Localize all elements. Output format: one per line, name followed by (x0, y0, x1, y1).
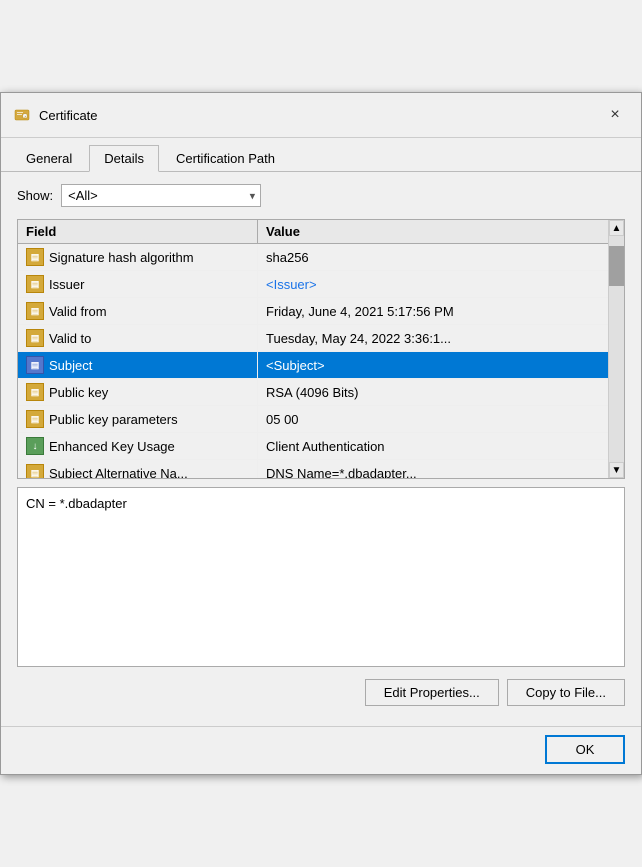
cert-icon: ▤ (26, 410, 44, 428)
cert-icon: ▤ (26, 383, 44, 401)
dialog-title: Certificate (39, 108, 601, 123)
show-select[interactable]: <All> Version 1 Fields Only Extensions O… (61, 184, 261, 207)
cert-icon: ▤ (26, 275, 44, 293)
close-button[interactable]: × (601, 101, 629, 129)
field-cell: ↓ Enhanced Key Usage (18, 433, 258, 459)
value-cell: <Subject> (258, 354, 608, 377)
table-row[interactable]: ▤ Signature hash algorithm sha256 (18, 244, 608, 271)
tab-general[interactable]: General (11, 145, 87, 172)
show-row: Show: <All> Version 1 Fields Only Extens… (17, 184, 625, 207)
field-cell: ▤ Issuer (18, 271, 258, 297)
field-cell: ▤ Subject Alternative Na... (18, 460, 258, 478)
value-cell: 05 00 (258, 408, 608, 431)
field-cell: ▤ Signature hash algorithm (18, 244, 258, 270)
detail-box: CN = *.dbadapter (17, 487, 625, 667)
col-value-header: Value (258, 220, 608, 243)
cert-icon: ▤ (26, 464, 44, 478)
field-cell: ▤ Valid to (18, 325, 258, 351)
cert-icon: ▤ (26, 329, 44, 347)
table-header: Field Value (18, 220, 608, 244)
ok-button[interactable]: OK (545, 735, 625, 764)
tab-bar: General Details Certification Path (1, 138, 641, 172)
field-cell: ▤ Public key (18, 379, 258, 405)
edit-properties-button[interactable]: Edit Properties... (365, 679, 499, 706)
col-field-header: Field (18, 220, 258, 243)
value-cell: DNS Name=*.dbadapter... (258, 462, 608, 479)
title-bar: ✓ Certificate × (1, 93, 641, 138)
field-cell: ▤ Public key parameters (18, 406, 258, 432)
value-cell: sha256 (258, 246, 608, 269)
detail-text: CN = *.dbadapter (26, 496, 127, 511)
table-inner: Field Value ▤ Signature hash algorithm s… (18, 220, 608, 478)
tab-certification-path[interactable]: Certification Path (161, 145, 290, 172)
scroll-up-button[interactable]: ▲ (609, 220, 624, 236)
value-cell: Client Authentication (258, 435, 608, 458)
copy-to-file-button[interactable]: Copy to File... (507, 679, 625, 706)
scroll-down-button[interactable]: ▼ (609, 462, 624, 478)
tab-details[interactable]: Details (89, 145, 159, 172)
certificate-dialog: ✓ Certificate × General Details Certific… (0, 92, 642, 775)
ok-row: OK (1, 726, 641, 774)
scroll-track (609, 236, 624, 462)
cert-icon: ▤ (26, 248, 44, 266)
cert-dl-icon: ↓ (26, 437, 44, 455)
value-cell: Friday, June 4, 2021 5:17:56 PM (258, 300, 608, 323)
table-row[interactable]: ▤ Issuer <Issuer> (18, 271, 608, 298)
certificate-table: Field Value ▤ Signature hash algorithm s… (17, 219, 625, 479)
value-cell: Tuesday, May 24, 2022 3:36:1... (258, 327, 608, 350)
content-area: Show: <All> Version 1 Fields Only Extens… (1, 172, 641, 726)
button-row: Edit Properties... Copy to File... (17, 679, 625, 706)
field-cell: ▤ Subject (18, 352, 258, 378)
cert-icon: ▤ (26, 302, 44, 320)
table-row[interactable]: ↓ Enhanced Key Usage Client Authenticati… (18, 433, 608, 460)
table-row[interactable]: ▤ Valid from Friday, June 4, 2021 5:17:5… (18, 298, 608, 325)
show-select-wrapper: <All> Version 1 Fields Only Extensions O… (61, 184, 261, 207)
cert-icon: ▤ (26, 356, 44, 374)
show-label: Show: (17, 188, 53, 203)
title-icon: ✓ (13, 106, 31, 124)
table-row[interactable]: ▤ Public key parameters 05 00 (18, 406, 608, 433)
scroll-thumb[interactable] (609, 246, 624, 286)
table-scrollbar[interactable]: ▲ ▼ (608, 220, 624, 478)
table-row[interactable]: ▤ Valid to Tuesday, May 24, 2022 3:36:1.… (18, 325, 608, 352)
table-row-selected[interactable]: ▤ Subject <Subject> (18, 352, 608, 379)
value-cell: RSA (4096 Bits) (258, 381, 608, 404)
value-cell: <Issuer> (258, 273, 608, 296)
issuer-link[interactable]: <Issuer> (266, 277, 317, 292)
table-row[interactable]: ▤ Public key RSA (4096 Bits) (18, 379, 608, 406)
table-row[interactable]: ▤ Subject Alternative Na... DNS Name=*.d… (18, 460, 608, 478)
field-cell: ▤ Valid from (18, 298, 258, 324)
svg-text:✓: ✓ (24, 115, 27, 119)
